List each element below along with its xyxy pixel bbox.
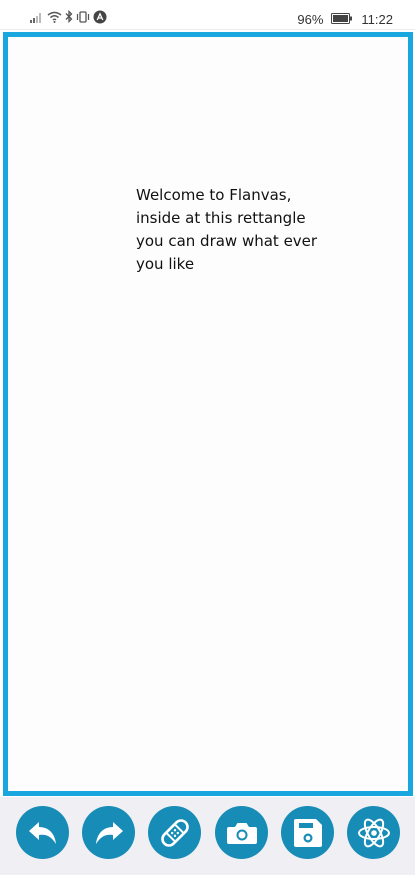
bandage-icon (158, 816, 192, 850)
save-icon (293, 818, 323, 848)
app-screen: 96% 11:22 Welcome to Flanvas, inside at … (0, 0, 415, 875)
drawing-canvas[interactable]: Welcome to Flanvas, inside at this retta… (3, 32, 413, 796)
camera-button[interactable] (215, 806, 268, 859)
save-button[interactable] (281, 806, 334, 859)
vibrate-icon (76, 10, 90, 28)
undo-icon (28, 820, 58, 846)
atom-icon (356, 816, 392, 850)
camera-icon (226, 820, 258, 846)
welcome-line: Welcome to Flanvas, (136, 186, 292, 204)
welcome-line: you can draw what ever (136, 232, 318, 250)
welcome-line: inside at this rettangle (136, 209, 306, 227)
undo-button[interactable] (16, 806, 69, 859)
status-icons-right: 96% 11:22 (297, 10, 393, 28)
wifi-icon (47, 10, 62, 28)
bottom-toolbar (0, 797, 415, 875)
welcome-message: Welcome to Flanvas, inside at this retta… (136, 184, 336, 276)
react-button[interactable] (347, 806, 400, 859)
signal-icon (30, 10, 44, 28)
battery-percent: 96% (297, 11, 324, 27)
redo-icon (94, 820, 124, 846)
app-notification-icon (93, 10, 107, 29)
battery-icon (331, 12, 353, 27)
welcome-line: you like (136, 255, 195, 273)
status-bar: 96% 11:22 (0, 0, 415, 30)
bluetooth-icon (65, 9, 73, 28)
status-icons-left (30, 9, 107, 29)
redo-button[interactable] (82, 806, 135, 859)
clock: 11:22 (361, 11, 393, 27)
eraser-button[interactable] (148, 806, 201, 859)
